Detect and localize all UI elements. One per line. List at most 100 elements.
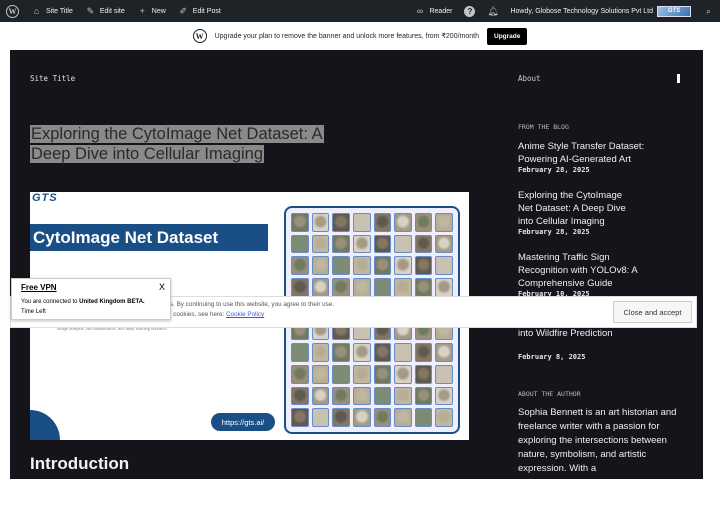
from-blog-heading: FROM THE BLOG [518,123,569,131]
upgrade-button[interactable]: Upgrade [487,27,528,45]
wordpress-logo-icon: W [192,29,207,43]
cell-thumbnail [332,256,350,276]
cell-thumbnail [291,213,309,232]
vpn-time-left: Time Left [21,309,46,315]
cell-thumbnail [435,234,453,254]
banner-text: Upgrade your plan to remove the banner a… [214,33,479,40]
site-title-menu[interactable]: ⌂ Site Title [25,0,79,22]
cell-thumbnail [435,364,453,384]
pencil-icon: ✐ [179,5,188,16]
plus-icon: + [139,6,145,16]
cell-thumbnail [332,213,350,232]
cell-thumbnail [311,278,330,297]
cell-thumbnail [414,343,433,362]
cell-thumbnail [352,213,371,232]
cell-thumbnail [373,343,392,362]
cell-thumbnail [332,408,350,427]
cell-thumbnail [394,364,412,384]
help-icon: ? [464,5,476,17]
edit-site-menu[interactable]: ✎ Edit site [79,0,131,22]
post-title-text: Exploring the CytoImage Net Dataset: A D… [30,125,324,163]
blog-post-date: February 28, 2025 [518,166,590,174]
search-icon: ⌕ [705,5,712,16]
site-title-link[interactable]: Site Title [30,74,75,83]
avatar: GTS [657,5,691,17]
cell-thumbnail [394,213,412,232]
howdy-label: Howdy, Globose Technology Solutions Pvt … [510,7,653,15]
site-content: Site Title About Exploring the CytoImage… [10,50,703,479]
cell-thumbnail [352,364,371,384]
bell-icon: 🔔︎ [487,5,499,16]
author-bio: Sophia Bennett is an art historian and f… [518,407,677,474]
cell-thumbnail [414,234,433,254]
upgrade-banner: W Upgrade your plan to remove the banner… [0,22,720,50]
cell-thumbnail [291,234,309,254]
cell-thumbnail [373,278,392,297]
cookie-policy-link[interactable]: Cookie Policy [226,311,264,318]
page-title: Exploring the CytoImage Net Dataset: A D… [30,124,350,164]
cell-thumbnail [414,256,433,276]
cell-thumbnail [394,256,412,276]
cell-thumbnail [291,256,309,276]
edit-post-menu[interactable]: ✐ Edit Post [172,0,227,22]
cell-thumbnail [291,408,309,427]
cell-thumbnail [435,386,453,406]
new-content-menu[interactable]: + New [131,0,172,22]
admin-bar: W ⌂ Site Title ✎ Edit site + New ✐ Edit … [0,0,720,22]
cell-thumbnail [311,343,330,362]
cell-thumbnail [435,213,453,232]
close-and-accept-button[interactable]: Close and accept [613,301,692,323]
vpn-title[interactable]: Free VPN [21,283,57,292]
cell-thumbnail [414,213,433,232]
cell-thumbnail [332,234,350,254]
nav-about-link[interactable]: About [518,74,541,83]
brush-icon: ✎ [86,5,95,16]
blog-post-link[interactable]: Exploring the CytoImage Net Dataset: A D… [518,189,638,228]
cell-thumbnail [394,386,412,406]
vpn-message-prefix: You are connected to [21,299,78,305]
featured-url-badge: https://gts.ai/ [211,413,275,431]
cell-thumbnail [414,364,433,384]
cell-thumbnail [352,234,371,254]
wordpress-menu[interactable]: W [0,0,25,22]
blog-post-link[interactable]: Mastering Traffic Sign Recognition with … [518,251,643,290]
cell-thumbnail [373,408,392,427]
cell-thumbnail [352,256,371,276]
reader-label: Reader [429,7,453,15]
gts-logo: GTS [32,192,58,204]
cell-thumbnail [291,343,309,362]
cell-thumbnail [311,386,330,406]
cell-thumbnail [435,343,453,362]
help-menu[interactable]: ? [458,0,481,22]
vpn-location: United Kingdom BETA. [79,299,145,305]
cell-thumbnail [394,408,412,427]
cell-thumbnail [373,234,392,254]
cell-thumbnail [373,256,392,276]
cell-thumbnail [394,278,412,297]
reader-menu[interactable]: ∞ Reader [408,0,458,22]
cell-thumbnail [291,364,309,384]
account-menu[interactable]: Howdy, Globose Technology Solutions Pvt … [504,0,697,22]
cell-thumbnail [332,386,350,406]
edit-site-label: Edit site [99,7,125,15]
new-label: New [151,7,166,15]
close-icon[interactable]: X [159,282,165,292]
cell-thumbnail [352,408,371,427]
section-heading-introduction: Introduction [30,454,130,473]
notifications-menu[interactable]: 🔔︎ [481,0,504,22]
cell-thumbnail [332,278,350,297]
cell-thumbnail [311,234,330,254]
cell-thumbnail [311,213,330,232]
vpn-popup: Free VPN X You are connected to United K… [11,278,171,320]
blog-post-link[interactable]: Anime Style Transfer Dataset: Powering A… [518,140,668,166]
search-menu[interactable]: ⌕ [697,0,720,22]
reader-glasses-icon: ∞ [416,6,424,16]
cell-thumbnail [373,213,392,232]
cell-thumbnail [414,408,433,427]
cell-thumbnail [414,386,433,406]
menu-toggle-icon[interactable] [677,74,680,83]
blog-post-date: February 28, 2025 [518,228,590,236]
cell-thumbnail [332,343,350,362]
cell-thumbnail [352,343,371,362]
cell-thumbnail [373,364,392,384]
